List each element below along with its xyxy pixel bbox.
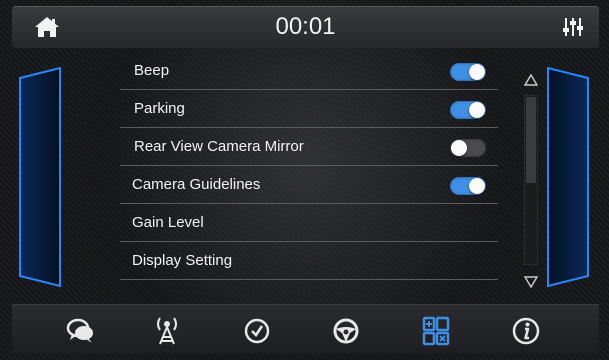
clock-icon	[244, 318, 270, 344]
nav-button-clock[interactable]	[241, 315, 273, 347]
setting-row-gain-level[interactable]: Gain Level	[120, 204, 498, 242]
setting-row-display-setting[interactable]: Display Setting	[120, 242, 498, 280]
chat-icon	[66, 318, 93, 343]
header-bar: 00:01	[12, 6, 599, 48]
equalizer-icon	[563, 18, 583, 36]
settings-list: Beep Parking Rear View Camera Mirror Cam…	[120, 52, 498, 280]
setting-row-rear-view-camera-mirror[interactable]: Rear View Camera Mirror	[120, 128, 498, 166]
beep-toggle[interactable]	[450, 63, 486, 81]
setting-label: Parking	[134, 100, 185, 117]
setting-label: Gain Level	[132, 214, 204, 231]
scrollbar-track[interactable]	[524, 95, 538, 265]
setting-label: Display Setting	[132, 252, 233, 269]
toggle-knob	[469, 178, 485, 194]
right-glow-panel	[547, 66, 589, 288]
toggle-knob	[469, 64, 485, 80]
bottom-nav-bar	[12, 304, 599, 354]
nav-button-apps[interactable]	[420, 315, 452, 347]
nav-button-radio[interactable]	[151, 315, 183, 347]
parking-toggle[interactable]	[450, 101, 486, 119]
scroll-down-arrow-icon[interactable]	[524, 276, 538, 288]
setting-label: Camera Guidelines	[132, 176, 261, 193]
clock-time: 00:01	[275, 13, 336, 40]
setting-label: Rear View Camera Mirror	[134, 138, 304, 155]
info-icon	[512, 317, 540, 345]
camera-guidelines-toggle[interactable]	[450, 177, 486, 195]
screen: 00:01 Beep Parking Rear View Camera Mirr…	[0, 0, 609, 360]
nav-button-steering[interactable]	[330, 315, 362, 347]
steering-wheel-icon	[333, 318, 359, 344]
scrollbar-thumb[interactable]	[526, 97, 536, 183]
apps-icon	[422, 316, 450, 346]
rear-view-mirror-toggle[interactable]	[450, 139, 486, 157]
setting-row-camera-guidelines[interactable]: Camera Guidelines	[120, 166, 498, 204]
nav-button-chat[interactable]	[64, 315, 96, 347]
equalizer-button[interactable]	[561, 15, 585, 39]
setting-row-beep[interactable]: Beep	[120, 52, 498, 90]
toggle-knob	[469, 102, 485, 118]
setting-label: Beep	[134, 62, 170, 79]
toggle-knob	[451, 140, 467, 156]
radio-antenna-icon	[157, 317, 177, 345]
nav-button-info[interactable]	[510, 315, 542, 347]
setting-row-parking[interactable]: Parking	[120, 90, 498, 128]
scroll-up-arrow-icon[interactable]	[524, 74, 538, 86]
left-glow-panel	[19, 66, 61, 288]
